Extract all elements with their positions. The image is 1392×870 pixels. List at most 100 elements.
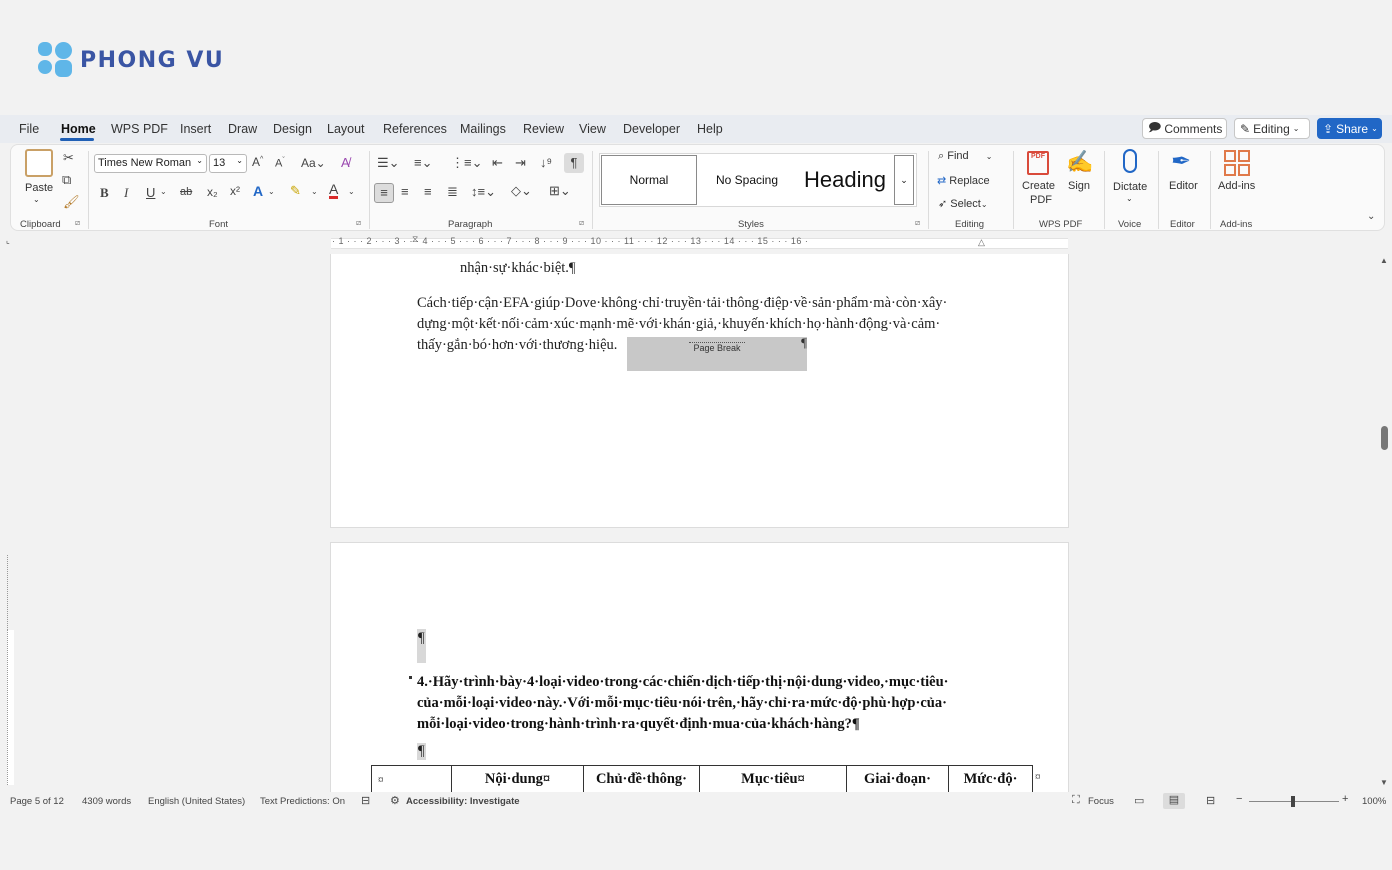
decrease-indent-icon[interactable]: ⇤ <box>492 155 503 171</box>
italic-button[interactable]: I <box>124 185 128 201</box>
document-page-6[interactable]: ¶ 4.·Hãy·trình·bày·4·loại·video·trong·cá… <box>330 542 1069 793</box>
table-header-cell[interactable]: Giai·đoạn· <box>847 766 949 793</box>
read-mode-icon[interactable]: ▭ <box>1134 794 1144 807</box>
dialog-launcher-icon[interactable]: ⧄ <box>915 218 920 228</box>
table-header-cell[interactable]: Mức·độ· <box>949 766 1033 793</box>
scroll-down-icon[interactable]: ▼ <box>1380 778 1388 787</box>
clear-formatting-icon[interactable]: A̸ <box>341 155 350 170</box>
find-button[interactable]: ⌕ Find ⌄ <box>938 150 992 163</box>
format-painter-icon[interactable]: 🖌 <box>63 194 80 210</box>
zoom-level[interactable]: 100% <box>1362 796 1386 807</box>
sign-button[interactable]: Sign <box>1068 180 1090 192</box>
dialog-launcher-icon[interactable]: ⧄ <box>75 218 80 228</box>
shading-icon[interactable]: ◇⌄ <box>511 183 532 199</box>
video-types-table[interactable]: ¤ Nội·dung¤ Chủ·đề·thông· Mục·tiêu¤ Giai… <box>371 765 1033 793</box>
dictate-button[interactable]: Dictate <box>1113 181 1147 193</box>
zoom-slider-thumb[interactable] <box>1291 796 1295 807</box>
track-changes-icon[interactable]: ⊟ <box>361 794 370 807</box>
style-heading[interactable]: Heading <box>797 155 893 205</box>
tab-view[interactable]: View <box>579 122 606 136</box>
create-pdf-button[interactable]: Create <box>1022 180 1055 192</box>
add-ins-button[interactable]: Add-ins <box>1218 180 1255 192</box>
cut-icon[interactable]: ✂ <box>63 150 74 166</box>
paragraph-line[interactable]: dựng·một·kết·nối·cảm·xúc·mạnh·mẽ·với·khá… <box>417 316 940 333</box>
copy-icon[interactable]: ⧉ <box>62 172 71 188</box>
accessibility-status[interactable]: Accessibility: Investigate <box>406 796 520 807</box>
tab-review[interactable]: Review <box>523 122 564 136</box>
vertical-ruler[interactable] <box>4 555 16 790</box>
tab-references[interactable]: References <box>383 122 447 136</box>
tab-design[interactable]: Design <box>273 122 312 136</box>
strikethrough-button[interactable]: ab <box>180 186 192 198</box>
font-size-select[interactable]: 13 ⌄ <box>209 154 247 173</box>
increase-indent-icon[interactable]: ⇥ <box>515 155 526 171</box>
multilevel-list-icon[interactable]: ⋮≡⌄ <box>451 155 482 171</box>
borders-icon[interactable]: ⊞⌄ <box>549 183 571 199</box>
font-color-icon[interactable]: A <box>329 182 339 199</box>
table-header-cell[interactable]: Mục·tiêu¤ <box>700 766 847 793</box>
align-left-icon[interactable]: ≡ <box>374 183 394 203</box>
page-break-marker[interactable]: Page Break ¶ <box>627 335 807 371</box>
vertical-scrollbar[interactable]: ▲ ▼ <box>1377 254 1392 792</box>
text-predictions-status[interactable]: Text Predictions: On <box>260 796 345 807</box>
page-count[interactable]: Page 5 of 12 <box>10 796 64 807</box>
print-layout-icon[interactable]: ▤ <box>1163 793 1185 809</box>
shrink-font-icon[interactable]: Aˇ <box>275 157 285 170</box>
document-page-5[interactable]: nhận·sự·khác·biệt.¶ Cách·tiếp·cận·EFA·gi… <box>330 254 1069 528</box>
comments-button[interactable]: 🗩 Comments <box>1142 118 1227 139</box>
chevron-down-icon[interactable]: ⌄ <box>160 187 167 196</box>
language-indicator[interactable]: English (United States) <box>148 796 245 807</box>
sort-icon[interactable]: ↓⁹ <box>540 155 552 170</box>
replace-button[interactable]: ⇄ Replace <box>937 174 990 187</box>
right-indent-marker-icon[interactable]: △ <box>978 237 985 248</box>
align-right-icon[interactable]: ≡ <box>424 184 432 199</box>
highlight-icon[interactable]: ✎ <box>290 183 301 199</box>
web-layout-icon[interactable]: ⊟ <box>1206 794 1215 807</box>
grow-font-icon[interactable]: A^ <box>252 155 263 169</box>
paragraph-line[interactable]: Cách·tiếp·cận·EFA·giúp·Dove·không·chỉ·tr… <box>417 295 947 312</box>
focus-mode-button[interactable]: Focus <box>1088 796 1114 807</box>
chevron-down-icon[interactable]: ⌄ <box>268 187 275 196</box>
question-line[interactable]: của·mỗi·loại·video·này.·Với·mỗi·mục·tiêu… <box>417 695 947 712</box>
question-line[interactable]: 4.·Hãy·trình·bày·4·loại·video·trong·các·… <box>417 674 948 691</box>
zoom-out-icon[interactable]: − <box>1236 793 1242 805</box>
tab-selector-icon[interactable]: ⌞ <box>6 236 10 245</box>
editing-mode-button[interactable]: ✎ Editing ⌄ <box>1234 118 1310 139</box>
question-line[interactable]: mỗi·loại·video·trong·hành·trình·ra·quyết… <box>417 716 860 733</box>
scroll-up-icon[interactable]: ▲ <box>1380 256 1388 265</box>
justify-icon[interactable]: ≣ <box>447 184 458 200</box>
tab-wps-pdf[interactable]: WPS PDF <box>111 122 168 136</box>
empty-paragraph-mark[interactable]: ¶ <box>417 629 426 663</box>
paragraph-line[interactable]: thấy·gắn·bó·hơn·với·thương·hiệu. <box>417 337 617 354</box>
tab-developer[interactable]: Developer <box>623 122 680 136</box>
align-center-icon[interactable]: ≡ <box>401 184 409 199</box>
bullets-icon[interactable]: ☰⌄ <box>377 155 400 171</box>
tab-draw[interactable]: Draw <box>228 122 257 136</box>
table-header-cell[interactable]: Nội·dung¤ <box>452 766 584 793</box>
style-no-spacing[interactable]: No Spacing <box>699 155 795 205</box>
superscript-button[interactable]: x² <box>230 184 240 198</box>
chevron-down-icon[interactable]: ⌄ <box>33 195 40 204</box>
font-name-select[interactable]: Times New Roman ⌄ <box>94 154 207 173</box>
tab-file[interactable]: File <box>19 122 39 136</box>
tab-layout[interactable]: Layout <box>327 122 365 136</box>
show-formatting-marks-icon[interactable]: ¶ <box>564 153 584 173</box>
chevron-down-icon[interactable]: ⌄ <box>311 187 318 196</box>
collapse-ribbon-icon[interactable]: ⌄ <box>1367 211 1375 222</box>
subscript-button[interactable]: x₂ <box>207 185 218 199</box>
numbering-icon[interactable]: ≡⌄ <box>414 155 432 171</box>
editor-button[interactable]: Editor <box>1169 180 1198 192</box>
select-button[interactable]: ➶ Select⌄ <box>938 197 988 210</box>
word-count[interactable]: 4309 words <box>82 796 131 807</box>
share-button[interactable]: ⇪ Share ⌄ <box>1317 118 1382 139</box>
zoom-in-icon[interactable]: + <box>1342 793 1348 805</box>
tab-mailings[interactable]: Mailings <box>460 122 506 136</box>
change-case-icon[interactable]: Aa⌄ <box>301 156 326 170</box>
tab-insert[interactable]: Insert <box>180 122 211 136</box>
horizontal-ruler[interactable]: ⌞ · 1 · · · 2 · · · 3 · · · 4 · · · 5 · … <box>0 234 1392 252</box>
dialog-launcher-icon[interactable]: ⧄ <box>356 218 361 228</box>
styles-more-icon[interactable]: ⌄ <box>894 155 914 205</box>
chevron-down-icon[interactable]: ⌄ <box>348 187 355 196</box>
underline-button[interactable]: U <box>146 185 155 200</box>
table-header-cell[interactable]: Chủ·đề·thông· <box>584 766 700 793</box>
